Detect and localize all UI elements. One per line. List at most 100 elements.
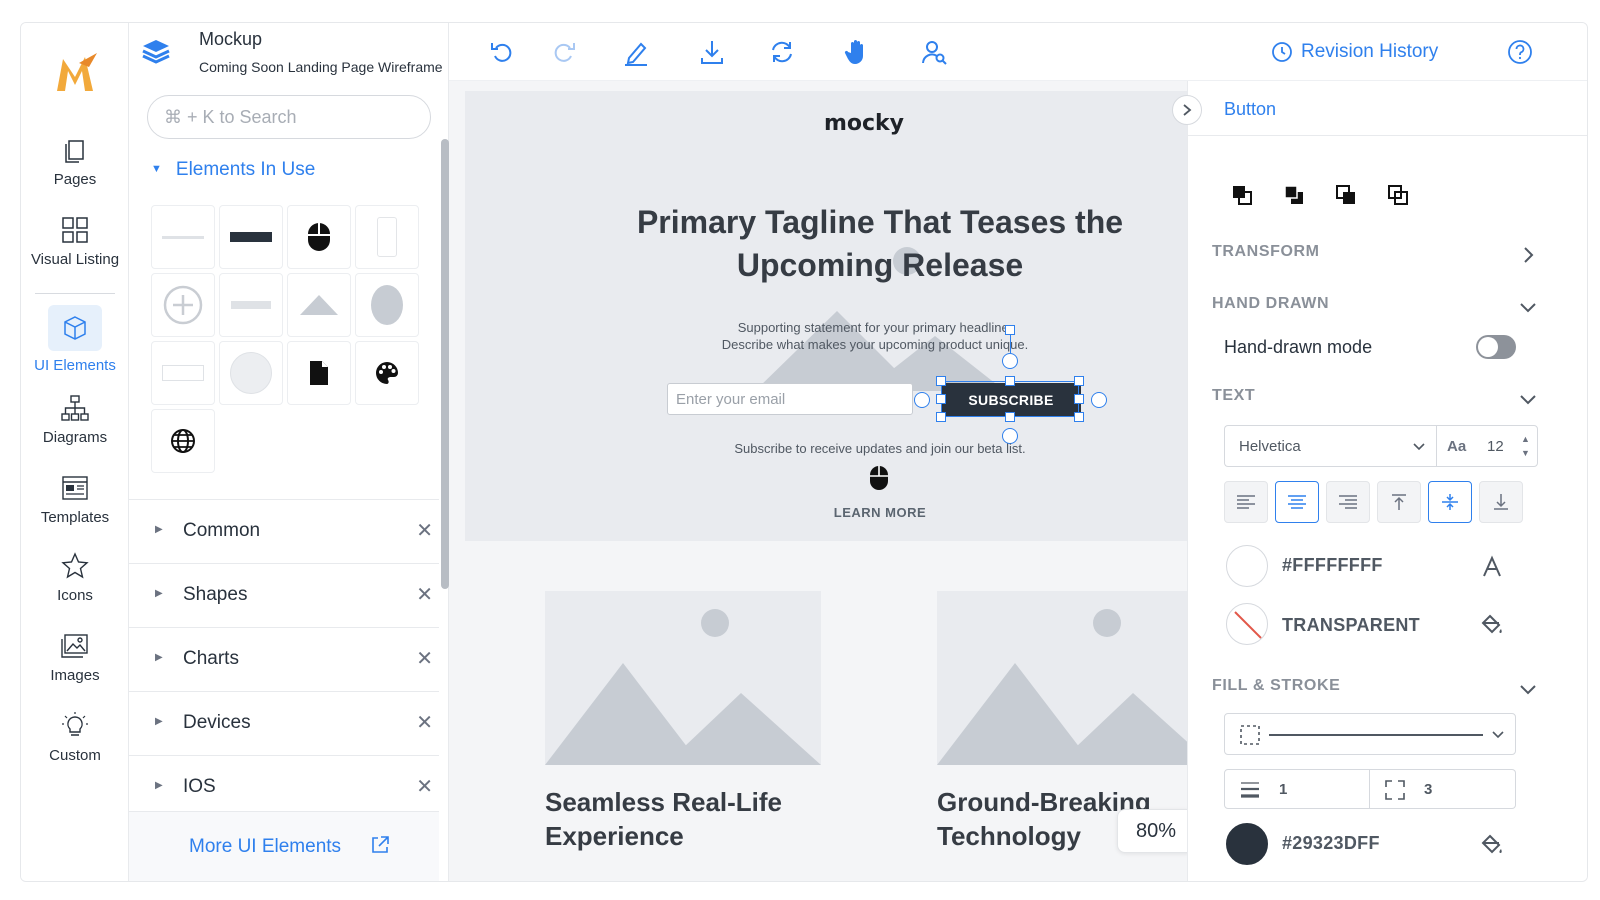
stroke-style-select[interactable] — [1224, 713, 1516, 755]
hand-drawn-toggle[interactable] — [1476, 335, 1516, 359]
collapse-inspector-button[interactable] — [1172, 95, 1202, 125]
close-icon[interactable]: ✕ — [416, 582, 433, 607]
resize-handle-e[interactable] — [1074, 394, 1084, 404]
background-color-value[interactable]: TRANSPARENT — [1282, 615, 1420, 636]
rail-item-custom[interactable]: Custom — [21, 711, 129, 764]
valign-bottom-button[interactable] — [1479, 481, 1523, 523]
learn-more-link[interactable]: LEARN MORE — [795, 505, 965, 520]
more-ui-elements-button[interactable]: More UI Elements — [129, 811, 439, 881]
subscribe-note[interactable]: Subscribe to receive updates and join ou… — [665, 441, 1095, 456]
corner-radius-field[interactable]: 3 — [1370, 769, 1516, 809]
hero-support-text[interactable]: Supporting statement for your primary he… — [675, 319, 1075, 353]
element-thumb-triangle[interactable] — [287, 273, 351, 337]
element-thumb-globe[interactable] — [151, 409, 215, 473]
chevron-down-icon[interactable] — [1518, 679, 1538, 699]
element-thumb-line[interactable] — [151, 205, 215, 269]
mouse-scroll-icon[interactable] — [869, 465, 889, 491]
bring-forward-icon[interactable] — [1282, 183, 1306, 207]
paint-bucket-icon[interactable] — [1480, 833, 1504, 857]
element-thumb-add[interactable] — [151, 273, 215, 337]
bring-to-front-icon[interactable] — [1230, 183, 1254, 207]
align-left-button[interactable] — [1224, 481, 1268, 523]
close-icon[interactable]: ✕ — [416, 774, 433, 799]
rail-item-pages[interactable]: Pages — [21, 135, 129, 188]
design-canvas[interactable]: mocky Primary Tagline That Teases the Up… — [449, 81, 1195, 881]
search-input[interactable] — [147, 95, 431, 139]
app-logo[interactable] — [53, 51, 99, 95]
align-center-button[interactable] — [1275, 481, 1319, 523]
chevron-down-icon[interactable] — [1518, 389, 1538, 409]
background-color-swatch[interactable] — [1226, 603, 1268, 645]
section-fill-stroke[interactable]: FILL & STROKE — [1212, 677, 1340, 695]
connector-handle-left[interactable] — [914, 392, 930, 408]
paint-bucket-icon[interactable] — [1480, 613, 1504, 637]
rail-item-visual-listing[interactable]: Visual Listing — [21, 215, 129, 268]
category-shapes[interactable]: ▶ Shapes ✕ — [129, 563, 439, 627]
category-common[interactable]: ▶ Common ✕ — [129, 499, 439, 563]
rotate-handle-anchor[interactable] — [1005, 325, 1015, 335]
brand-logo-text[interactable]: mocky — [449, 111, 1279, 136]
resize-handle-se[interactable] — [1074, 412, 1084, 422]
valign-middle-button[interactable] — [1428, 481, 1472, 523]
element-thumb-ellipse[interactable] — [355, 273, 419, 337]
elements-in-use-header[interactable]: ▼ Elements In Use — [151, 159, 315, 181]
element-thumb-bar[interactable] — [219, 273, 283, 337]
category-charts[interactable]: ▶ Charts ✕ — [129, 627, 439, 691]
send-to-back-icon[interactable] — [1386, 183, 1410, 207]
section-text[interactable]: TEXT — [1212, 387, 1255, 405]
redo-icon[interactable] — [549, 37, 579, 67]
text-color-icon[interactable] — [1480, 555, 1504, 579]
element-thumb-phone[interactable] — [355, 205, 419, 269]
doc-title[interactable]: Mockup — [199, 29, 262, 50]
element-thumb-button[interactable] — [219, 205, 283, 269]
element-thumb-file[interactable] — [287, 341, 351, 405]
valign-top-button[interactable] — [1377, 481, 1421, 523]
resize-handle-nw[interactable] — [936, 376, 946, 386]
fill-color-value[interactable]: #29323DFF — [1282, 833, 1380, 854]
align-right-button[interactable] — [1326, 481, 1370, 523]
resize-handle-ne[interactable] — [1074, 376, 1084, 386]
element-thumb-input[interactable] — [151, 341, 215, 405]
chevron-down-icon[interactable] — [1518, 297, 1538, 317]
rail-item-diagrams[interactable]: Diagrams — [21, 393, 129, 446]
font-size-stepper[interactable]: Aa 12 ▲ ▼ — [1436, 425, 1538, 467]
panel-scrollbar[interactable] — [439, 131, 449, 811]
feature-card-2-image[interactable] — [937, 591, 1187, 765]
feature-card-1-title[interactable]: Seamless Real-Life Experience — [545, 785, 825, 853]
category-ios[interactable]: ▶ IOS ✕ — [129, 755, 439, 819]
email-input[interactable] — [667, 383, 913, 415]
scroll-thumb[interactable] — [441, 139, 449, 589]
connector-handle-top[interactable] — [1002, 353, 1018, 369]
undo-icon[interactable] — [487, 37, 517, 67]
category-devices[interactable]: ▶ Devices ✕ — [129, 691, 439, 755]
element-thumb-palette[interactable] — [355, 341, 419, 405]
rail-item-ui-elements[interactable]: UI Elements — [21, 305, 129, 374]
hero-artboard[interactable]: mocky Primary Tagline That Teases the Up… — [465, 91, 1187, 541]
revision-history-button[interactable]: Revision History — [1301, 41, 1438, 63]
font-size-value[interactable]: 12 — [1487, 438, 1504, 455]
resize-handle-w[interactable] — [936, 394, 946, 404]
stroke-width-field[interactable]: 1 — [1224, 769, 1370, 809]
hand-icon[interactable] — [841, 37, 871, 67]
resize-handle-s[interactable] — [1005, 412, 1015, 422]
close-icon[interactable]: ✕ — [416, 646, 433, 671]
element-thumb-mouse[interactable] — [287, 205, 351, 269]
download-icon[interactable] — [697, 37, 727, 67]
hero-tagline[interactable]: Primary Tagline That Teases the Upcoming… — [625, 201, 1135, 287]
text-color-swatch[interactable] — [1226, 545, 1268, 587]
element-thumb-circle[interactable] — [219, 341, 283, 405]
text-color-value[interactable]: #FFFFFFFF — [1282, 555, 1383, 576]
rail-item-templates[interactable]: Templates — [21, 473, 129, 526]
user-search-icon[interactable] — [919, 37, 949, 67]
resize-handle-sw[interactable] — [936, 412, 946, 422]
fill-color-swatch[interactable] — [1226, 823, 1268, 865]
font-family-select[interactable]: Helvetica — [1224, 425, 1436, 467]
send-backward-icon[interactable] — [1334, 183, 1358, 207]
resize-handle-n[interactable] — [1005, 376, 1015, 386]
close-icon[interactable]: ✕ — [416, 518, 433, 543]
zoom-level[interactable]: 80% — [1117, 809, 1195, 853]
section-transform[interactable]: TRANSFORM — [1212, 243, 1320, 261]
rail-item-icons[interactable]: Icons — [21, 551, 129, 604]
connector-handle-right[interactable] — [1091, 392, 1107, 408]
pencil-icon[interactable] — [621, 37, 651, 67]
